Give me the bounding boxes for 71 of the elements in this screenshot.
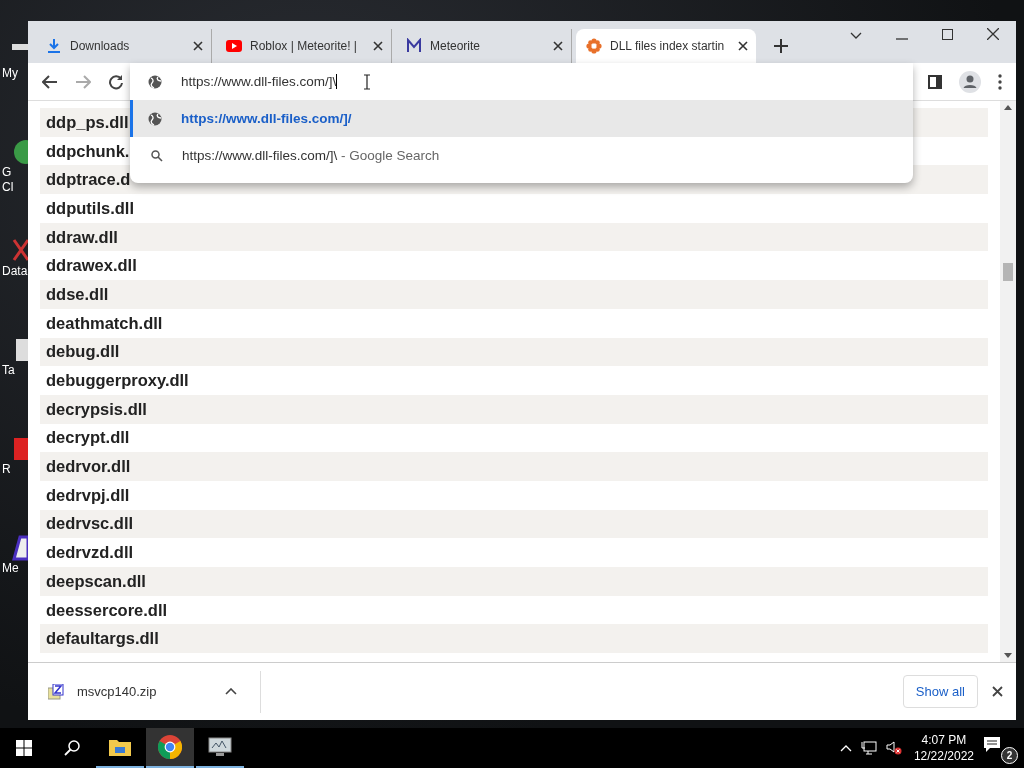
back-icon[interactable] [42, 74, 58, 89]
tab-favicon-icon [226, 38, 242, 54]
file-link[interactable]: deepscan.dll [46, 571, 146, 591]
clock-time[interactable]: 4:07 PM [921, 732, 967, 748]
file-link[interactable]: dedrvzd.dll [46, 543, 134, 563]
close-icon[interactable] [738, 41, 748, 51]
desktop-icon-label: G Cl [2, 165, 14, 195]
file-link[interactable]: decrypt.dll [46, 428, 130, 448]
file-link[interactable]: ddse.dll [46, 284, 109, 304]
network-icon[interactable] [860, 741, 877, 755]
tab-favicon-icon [586, 38, 602, 54]
chrome-icon [158, 735, 182, 759]
address-field[interactable]: https://www.dll-files.com/]\ [181, 73, 338, 90]
start-icon[interactable] [16, 740, 32, 756]
speaker-muted-icon[interactable] [885, 741, 902, 755]
close-icon[interactable] [373, 41, 383, 51]
close-icon[interactable] [992, 686, 1003, 697]
search-icon[interactable] [64, 740, 80, 756]
desktop-icon-label: Data [2, 264, 28, 279]
notification-icon[interactable] [984, 736, 1001, 752]
taskbar-app[interactable] [146, 728, 194, 768]
scroll-down-icon[interactable] [1004, 653, 1012, 658]
file-link[interactable]: dedrvor.dll [46, 457, 131, 477]
maximize-icon[interactable] [942, 29, 953, 40]
text-cursor-icon [363, 73, 372, 90]
chevron-down-icon[interactable] [850, 32, 862, 40]
search-icon [151, 149, 163, 162]
desktop-icon-label: My [2, 66, 18, 81]
chevron-up-icon[interactable] [839, 744, 852, 752]
file-link[interactable]: defaultargs.dll [46, 629, 159, 649]
desktop-icon-label: Me [2, 561, 19, 576]
file-link[interactable]: ddrawex.dll [46, 256, 137, 276]
file-link[interactable]: decrypsis.dll [46, 399, 147, 419]
file-link[interactable]: deathmatch.dll [46, 313, 163, 333]
new-tab-icon[interactable] [774, 39, 788, 53]
file-link[interactable]: debuggerproxy.dll [46, 371, 189, 391]
file-link[interactable]: ddpchunk. [46, 141, 130, 161]
globe-icon [148, 111, 162, 126]
close-icon[interactable] [987, 28, 999, 40]
file-link[interactable]: dedrvsc.dll [46, 514, 134, 534]
tab-favicon-icon [406, 38, 422, 54]
desktop-icon-label: R [2, 462, 11, 477]
reload-icon[interactable] [108, 73, 124, 90]
scroll-up-icon[interactable] [1004, 105, 1012, 110]
file-link[interactable]: deessercore.dll [46, 600, 168, 620]
desktop-icon-label: Ta [2, 363, 15, 378]
globe-icon [148, 74, 162, 89]
notification-badge: 2 [1001, 746, 1018, 764]
suggestion-item[interactable]: https://www.dll-files.com/]/ [130, 100, 913, 137]
file-link[interactable]: ddputils.dll [46, 198, 134, 218]
close-icon[interactable] [553, 41, 563, 51]
file-link[interactable]: ddptrace.d [46, 170, 131, 190]
side-panel-icon[interactable] [928, 74, 942, 89]
show-all-button[interactable]: Show all [902, 675, 978, 708]
monitor-icon [208, 737, 232, 757]
zip-file-icon [48, 683, 64, 700]
file-link[interactable]: ddp_ps.dll [46, 112, 129, 132]
close-icon[interactable] [193, 41, 203, 51]
clock-date[interactable]: 12/22/2022 [913, 748, 974, 764]
browser-tab[interactable]: DLL files index startin [576, 29, 756, 63]
profile-icon[interactable] [959, 70, 981, 93]
suggestion-item[interactable]: https://www.dll-files.com/]\ - Google Search [130, 137, 913, 174]
file-link[interactable]: ddraw.dll [46, 227, 118, 247]
caret-up-icon[interactable] [225, 688, 237, 695]
folder-icon [109, 738, 131, 756]
scrollbar-thumb[interactable] [1003, 263, 1013, 281]
file-link[interactable]: debug.dll [46, 342, 120, 362]
download-filename[interactable]: msvcp140.zip [77, 684, 217, 699]
file-link[interactable]: dedrvpj.dll [46, 485, 130, 505]
menu-icon[interactable] [998, 73, 1002, 90]
tab-favicon-icon [46, 38, 62, 54]
